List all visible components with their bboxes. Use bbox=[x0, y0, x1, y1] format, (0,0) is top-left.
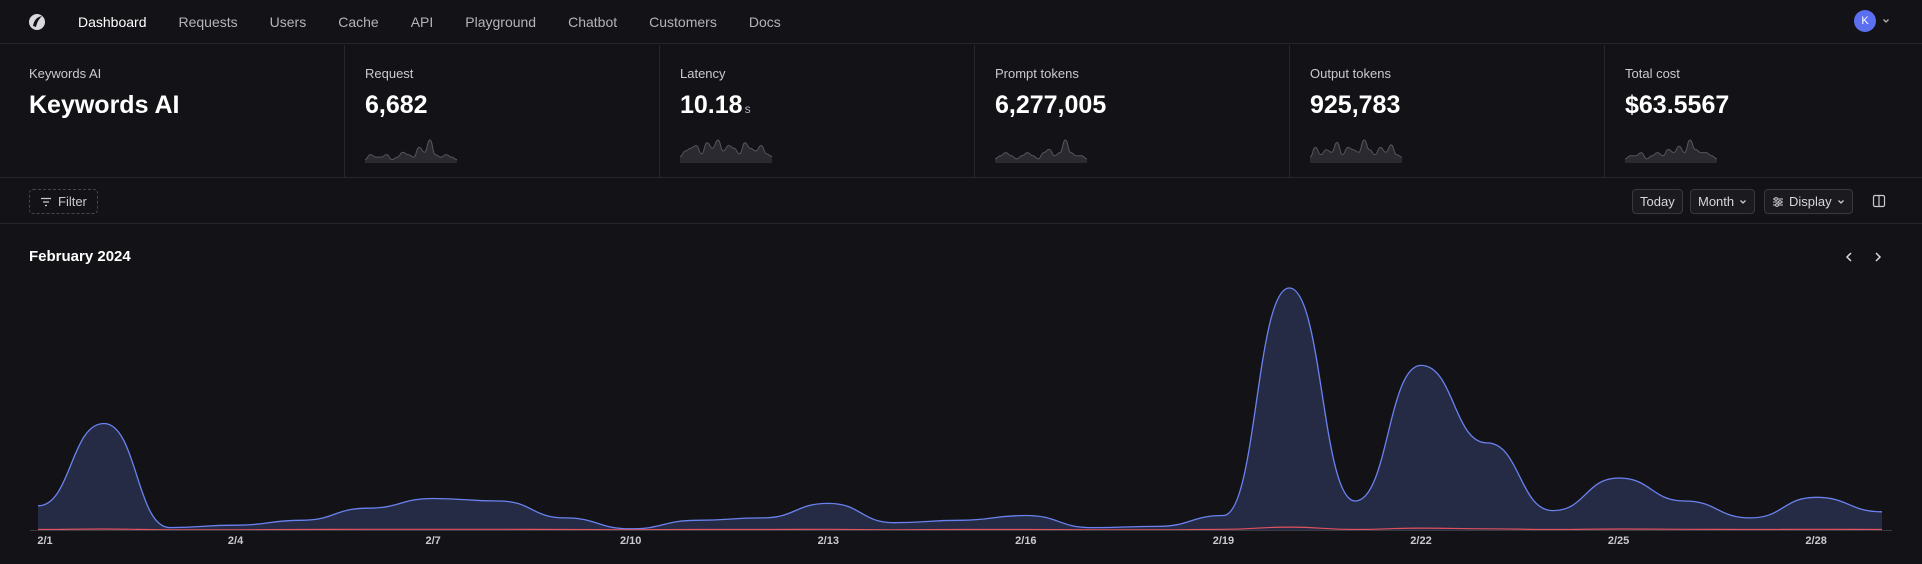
nav-item-dashboard[interactable]: Dashboard bbox=[78, 14, 147, 30]
x-tick-label: 2/16 bbox=[1015, 535, 1036, 547]
metric-card: Keywords AI Keywords AI bbox=[0, 45, 345, 178]
metric-value: 6,277,005 bbox=[995, 91, 1106, 120]
sparkline bbox=[1625, 139, 1717, 163]
avatar[interactable]: K bbox=[1854, 10, 1876, 32]
month-label: Month bbox=[1698, 194, 1735, 209]
layout-columns-icon[interactable] bbox=[1872, 194, 1886, 208]
nav-item-users[interactable]: Users bbox=[270, 14, 307, 30]
chevron-down-icon bbox=[1837, 199, 1844, 204]
metric-value: $63.5567 bbox=[1625, 91, 1729, 120]
chevron-down-icon bbox=[1883, 19, 1889, 23]
sparkline bbox=[1310, 139, 1402, 163]
metric-value: 6,682 bbox=[365, 91, 428, 120]
x-tick-label: 2/13 bbox=[818, 535, 839, 547]
top-nav: Dashboard Requests Users Cache API Playground… bbox=[0, 0, 1922, 44]
metric-number: 10.18 bbox=[680, 91, 743, 119]
account-menu[interactable]: K bbox=[1854, 10, 1890, 32]
display-button[interactable]: Display bbox=[1764, 189, 1853, 214]
nav-item-customers[interactable]: Customers bbox=[649, 14, 717, 30]
metric-number: 6,277,005 bbox=[995, 91, 1107, 119]
metric-card: Request 6,682 bbox=[345, 45, 660, 178]
sliders-icon bbox=[1773, 196, 1783, 207]
filter-label: Filter bbox=[58, 194, 87, 209]
nav-item-api[interactable]: API bbox=[411, 14, 434, 30]
chevron-left-icon[interactable] bbox=[1843, 251, 1855, 263]
today-label: Today bbox=[1640, 194, 1675, 209]
x-tick-label: 2/1 bbox=[37, 535, 52, 547]
metric-label: Prompt tokens bbox=[995, 66, 1079, 81]
chart-title: February 2024 bbox=[29, 248, 131, 265]
nav-item-requests[interactable]: Requests bbox=[179, 14, 238, 30]
sparkline bbox=[365, 139, 457, 163]
metric-number: $63.5567 bbox=[1625, 91, 1730, 119]
metric-value: 925,783 bbox=[1310, 91, 1400, 120]
display-label: Display bbox=[1789, 194, 1832, 209]
metric-value: 10.18 s bbox=[680, 91, 751, 120]
metric-number: Keywords AI bbox=[29, 91, 180, 119]
month-select[interactable]: Month bbox=[1690, 189, 1756, 214]
metric-label: Request bbox=[365, 66, 414, 81]
x-tick-label: 2/10 bbox=[620, 535, 641, 547]
sparkline-area bbox=[365, 140, 457, 163]
metric-label: Keywords AI bbox=[29, 66, 102, 81]
filter-icon bbox=[41, 197, 51, 206]
x-tick-label: 2/19 bbox=[1213, 535, 1234, 547]
series-area bbox=[38, 288, 1882, 530]
x-tick-label: 2/7 bbox=[425, 535, 440, 547]
x-tick-label: 2/25 bbox=[1608, 535, 1629, 547]
sparkline-area bbox=[995, 140, 1087, 163]
metric-card: Output tokens 925,783 bbox=[1290, 45, 1605, 178]
metric-value: Keywords AI bbox=[29, 91, 180, 120]
x-tick-label: 2/4 bbox=[228, 535, 244, 547]
nav-item-chatbot[interactable]: Chatbot bbox=[568, 14, 617, 30]
sparkline-area bbox=[680, 140, 772, 163]
sparkline bbox=[995, 139, 1087, 163]
usage-chart: 2/1 2/4 2/7 2/10 2/13 2/16 2/19 2/22 2/25 2/28 bbox=[30, 287, 1892, 547]
chevron-right-icon[interactable] bbox=[1872, 251, 1884, 263]
metric-label: Output tokens bbox=[1310, 66, 1391, 81]
nav-links: Dashboard Requests Users Cache API Playground… bbox=[78, 0, 813, 44]
metric-number: 6,682 bbox=[365, 91, 428, 119]
today-button[interactable]: Today bbox=[1632, 189, 1683, 214]
filter-button[interactable]: Filter bbox=[29, 189, 98, 214]
x-tick-label: 2/28 bbox=[1805, 535, 1826, 547]
metric-card: Latency 10.18 s bbox=[660, 45, 975, 178]
metric-unit: s bbox=[744, 102, 751, 116]
nav-item-cache[interactable]: Cache bbox=[338, 14, 378, 30]
chevron-down-icon bbox=[1740, 199, 1747, 204]
metric-label: Latency bbox=[680, 66, 726, 81]
metric-label: Total cost bbox=[1625, 66, 1680, 81]
toolbar: Filter Today Month Display bbox=[0, 179, 1922, 224]
metric-card: Total cost $63.5567 bbox=[1605, 45, 1922, 178]
metric-card: Prompt tokens 6,277,005 bbox=[975, 45, 1290, 178]
nav-item-docs[interactable]: Docs bbox=[749, 14, 781, 30]
metrics-row: Keywords AI Keywords AI Request 6,682 Latenc… bbox=[0, 45, 1922, 178]
nav-item-playground[interactable]: Playground bbox=[465, 14, 536, 30]
x-tick-label: 2/22 bbox=[1410, 535, 1431, 547]
logo-icon[interactable] bbox=[27, 12, 47, 32]
metric-number: 925,783 bbox=[1310, 91, 1401, 119]
sparkline bbox=[680, 139, 772, 163]
